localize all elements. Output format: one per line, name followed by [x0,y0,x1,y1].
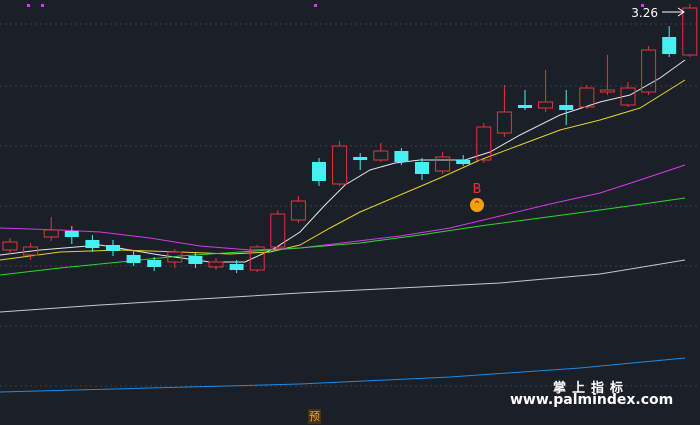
candle [64,226,79,244]
candle-body [559,105,574,110]
candle-body [126,255,141,263]
candle [538,70,554,112]
candle-body [496,111,512,134]
candle [496,85,512,137]
candle [208,258,224,270]
ma-line-ma60 [0,259,686,313]
candle-body [456,160,471,164]
candle [270,210,286,250]
candle-body [188,256,203,264]
candle [435,152,451,174]
candle [518,90,532,110]
candle-body [518,105,532,108]
candle-body [599,89,615,93]
ma-line-ma20 [0,164,686,251]
candle-body [579,87,595,108]
candle [332,141,348,186]
top-marker [27,4,30,7]
candle [682,4,698,57]
candle [353,153,368,170]
candle-body [2,241,18,251]
candle-body [394,151,409,162]
buy-signal-letter: B [472,182,482,197]
candle-body [106,245,120,251]
candle [559,90,574,125]
candle-body [332,145,348,185]
candle [167,249,183,268]
candle [579,85,595,109]
candle [85,235,100,252]
buy-signal: B ⌃ [466,182,488,212]
candle-body [290,200,306,221]
candle [312,158,326,186]
candle [599,55,615,95]
ma-line-ma5 [0,59,686,263]
candle [662,26,677,57]
ma-line-ma30 [0,197,686,276]
candle-body [43,229,59,238]
candle-body [641,49,657,93]
candle [43,217,59,241]
top-marker [41,4,44,7]
candle-body [435,156,451,172]
candle [106,240,120,256]
candle-body [270,213,286,248]
candle [415,158,429,180]
candle [2,238,18,254]
watermark-url: www.palmindex.com [510,392,674,408]
candle [126,250,141,266]
candle-body [353,157,368,160]
candle [290,196,306,223]
candle [456,155,471,166]
chart-stage: 3.26 B ⌃ 预 掌上指标 www.palmindex.com [0,0,700,425]
candle-body [662,37,677,54]
candle-body [229,264,244,270]
candle-body [373,150,389,161]
candle-body [312,162,326,181]
candle-body [415,162,429,174]
candle-body [538,101,554,109]
candlestick-chart [0,4,700,393]
last-price-label: 3.26 [631,6,658,20]
top-marker [314,4,317,7]
candle-body [85,240,100,248]
candle-body [64,231,79,237]
chevron-up-icon: ⌃ [470,198,484,212]
candle [620,82,636,107]
arrow-right-icon [662,7,685,17]
candle-body [682,7,698,56]
candle-body [147,260,162,267]
forecast-badge: 预 [308,409,321,424]
